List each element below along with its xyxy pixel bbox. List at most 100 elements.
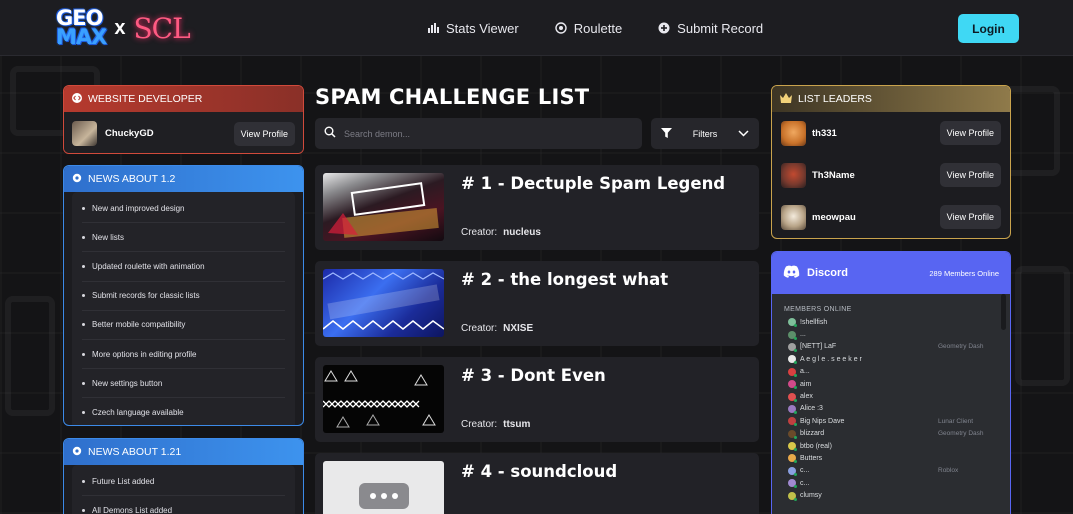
discord-member[interactable]: Butters xyxy=(772,452,1010,464)
card-title: NEWS ABOUT 1.2 xyxy=(88,173,176,185)
discord-member[interactable]: Big Nips Dave Lunar Client xyxy=(772,415,1010,427)
crown-icon xyxy=(780,92,792,106)
leader-name: Th3Name xyxy=(812,169,855,181)
view-profile-button[interactable]: View Profile xyxy=(939,205,1001,229)
member-avatar xyxy=(788,342,797,352)
plus-circle-icon xyxy=(658,22,670,34)
member-name: a... xyxy=(800,368,810,376)
member-name: !shellfish xyxy=(800,318,828,326)
level-card[interactable]: # 2 - the longest what Creator: NXISE xyxy=(315,261,759,346)
discord-member[interactable]: [NETT] LaF Geometry Dash xyxy=(772,341,1010,353)
website-developer-card: WEBSITE DEVELOPER ChuckyGD View Profile xyxy=(63,85,304,154)
gear-icon xyxy=(72,173,82,186)
member-name: A e g l e . s e e k e r xyxy=(800,355,862,363)
nav-roulette[interactable]: Roulette xyxy=(555,21,622,36)
discord-logo-icon xyxy=(783,265,800,281)
discord-member[interactable]: clumsy xyxy=(772,489,1010,501)
discord-member[interactable]: c... xyxy=(772,477,1010,489)
members-online-heading: MEMBERS ONLINE xyxy=(784,306,852,313)
news-list: New and improved design New lists Update… xyxy=(72,192,295,425)
level-card[interactable]: # 4 - soundcloud xyxy=(315,453,759,514)
leader-row: th331 View Profile xyxy=(772,112,1010,154)
filters-label: Filters xyxy=(692,128,718,139)
discord-member[interactable]: aim xyxy=(772,378,1010,390)
logo-geomax: GEO MAX xyxy=(56,8,107,48)
card-title: WEBSITE DEVELOPER xyxy=(88,93,203,105)
search-bar xyxy=(315,118,642,149)
members-online-count: 289 Members Online xyxy=(929,268,999,278)
member-avatar xyxy=(788,367,797,377)
chevron-down-icon xyxy=(738,129,749,139)
discord-member[interactable]: a... xyxy=(772,366,1010,378)
view-profile-button[interactable]: View Profile xyxy=(233,121,295,146)
discord-member[interactable]: ... xyxy=(772,328,1010,340)
creator-name: ttsum xyxy=(503,419,531,430)
discord-brand[interactable]: Discord xyxy=(783,265,848,281)
nav-submit-record[interactable]: Submit Record xyxy=(658,21,763,36)
filter-icon xyxy=(661,127,672,140)
nav-label: Stats Viewer xyxy=(446,20,519,36)
list-item: Better mobile compatibility xyxy=(82,311,285,340)
avatar xyxy=(72,121,97,146)
discord-member[interactable]: c... Roblox xyxy=(772,465,1010,477)
list-item: New lists xyxy=(82,223,285,253)
search-icon xyxy=(324,125,336,143)
member-name: ... xyxy=(800,331,806,339)
level-thumbnail-art xyxy=(323,370,436,428)
member-avatar xyxy=(788,479,797,489)
site-logo[interactable]: GEO MAX x SCL xyxy=(56,6,191,50)
avatar xyxy=(781,120,806,146)
leader-name: th331 xyxy=(812,127,837,139)
level-card[interactable]: # 1 - Dectuple Spam Legend Creator: nucle… xyxy=(315,165,759,250)
discord-member[interactable]: btbo (real) xyxy=(772,440,1010,452)
discord-member[interactable]: A e g l e . s e e k e r xyxy=(772,353,1010,365)
member-avatar xyxy=(788,404,797,414)
member-avatar xyxy=(788,454,797,464)
member-avatar xyxy=(788,355,797,365)
member-activity: Geometry Dash xyxy=(938,343,984,351)
member-name: Big Nips Dave xyxy=(800,417,845,425)
leader-row: Th3Name View Profile xyxy=(772,154,1010,196)
news-1-21-card: NEWS ABOUT 1.21 Future List added All De… xyxy=(63,438,304,514)
discord-widget: Discord 289 Members Online MEMBERS ONLIN… xyxy=(771,251,1011,514)
nav-label: Roulette xyxy=(573,20,623,36)
discord-member[interactable]: Alice :3 xyxy=(772,403,1010,415)
discord-member[interactable]: alex xyxy=(772,390,1010,402)
search-input[interactable] xyxy=(344,128,624,139)
level-title: # 2 - the longest what xyxy=(461,270,669,289)
member-activity: Geometry Dash xyxy=(938,430,984,438)
list-item: More options in editing profile xyxy=(82,340,285,370)
creator-label: Creator: xyxy=(461,227,498,238)
discord-member[interactable]: !shellfish xyxy=(772,316,1010,328)
discord-member[interactable]: blizzard Geometry Dash xyxy=(772,428,1010,440)
member-avatar xyxy=(788,491,797,501)
bg-decoration xyxy=(5,296,55,416)
login-button[interactable]: Login xyxy=(958,14,1019,43)
member-name: btbo (real) xyxy=(800,442,832,450)
top-navbar: GEO MAX x SCL Stats Viewer Roulette Subm… xyxy=(0,0,1073,56)
member-avatar xyxy=(788,429,797,439)
member-name: alex xyxy=(800,393,813,401)
list-item: All Demons List added xyxy=(82,496,285,514)
member-activity: Lunar Client xyxy=(938,417,974,425)
filters-dropdown[interactable]: Filters xyxy=(651,118,759,149)
level-thumbnail xyxy=(323,269,444,337)
member-name: clumsy xyxy=(800,492,822,500)
roulette-icon xyxy=(555,22,567,34)
list-leaders-card: LIST LEADERS th331 View Profile Th3Name … xyxy=(771,85,1011,239)
card-title: LIST LEADERS xyxy=(798,93,872,105)
level-thumbnail xyxy=(323,461,444,514)
member-name: c... xyxy=(800,479,810,487)
level-title: # 4 - soundcloud xyxy=(461,462,618,481)
list-item: New and improved design xyxy=(82,194,285,224)
nav-stats-viewer[interactable]: Stats Viewer xyxy=(427,21,519,36)
member-avatar xyxy=(788,330,797,340)
level-title: # 1 - Dectuple Spam Legend xyxy=(461,174,726,193)
list-item: Czech language available xyxy=(82,398,285,425)
list-item: Future List added xyxy=(82,467,285,497)
view-profile-button[interactable]: View Profile xyxy=(939,121,1001,145)
view-profile-button[interactable]: View Profile xyxy=(939,163,1001,187)
level-title: # 3 - Dont Even xyxy=(461,366,606,385)
bar-chart-icon xyxy=(427,22,439,34)
level-card[interactable]: # 3 - Dont Even Creator: ttsum xyxy=(315,357,759,442)
